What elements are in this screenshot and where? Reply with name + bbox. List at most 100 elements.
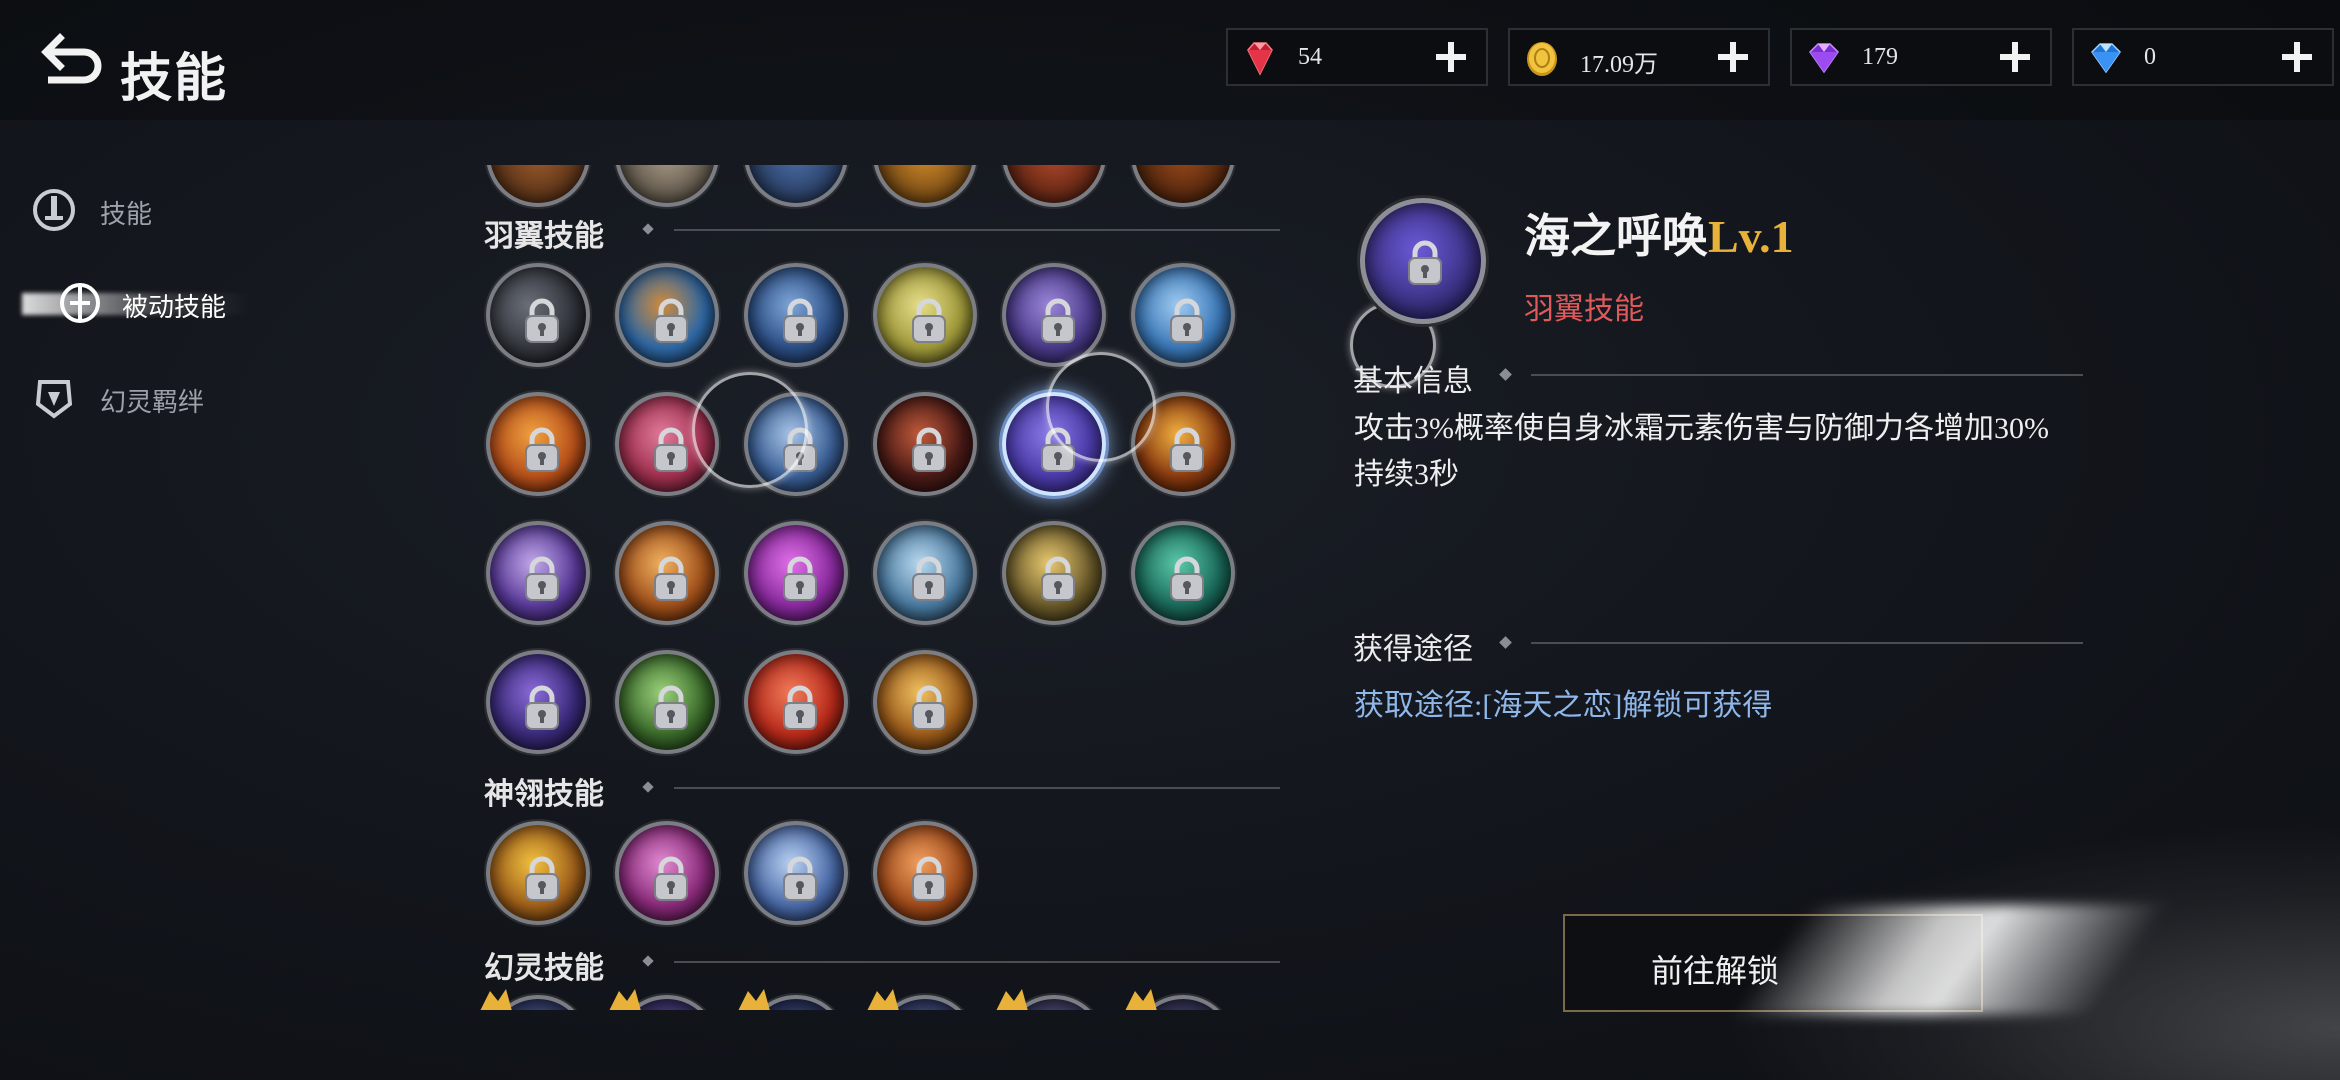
skill-slot[interactable] <box>486 392 590 496</box>
skill-slot[interactable] <box>486 650 590 754</box>
skill-slot[interactable] <box>1002 165 1106 207</box>
add-sapphire-button[interactable] <box>2276 36 2318 78</box>
skill-slot[interactable] <box>1002 521 1106 625</box>
section-title: 羽翼技能 <box>484 220 604 253</box>
padlock-icon <box>1170 298 1204 343</box>
currency-amethyst-value: 179 <box>1862 44 1898 70</box>
sidebar-item-label: 技能 <box>100 200 153 229</box>
padlock-icon <box>912 427 946 472</box>
skill-slot[interactable] <box>1131 263 1235 367</box>
section-divider <box>674 229 1280 231</box>
sidebar-item-passive-skills[interactable]: 被动技能 <box>22 273 360 333</box>
section-header-divine-feather: 神翎技能 <box>484 765 1280 811</box>
basic-info-title: 基本信息 <box>1353 365 1473 398</box>
skill-slot[interactable] <box>873 392 977 496</box>
section-title: 神翎技能 <box>484 778 604 811</box>
padlock-icon <box>654 556 688 601</box>
diamond-icon <box>642 955 654 967</box>
skill-category: 羽翼技能 <box>1524 293 1644 326</box>
acquire-source-link[interactable]: 获取途径:[海天之恋]解锁可获得 <box>1354 680 1772 724</box>
gold-badge-icon <box>867 989 899 1010</box>
add-ruby-button[interactable] <box>1430 36 1472 78</box>
skill-slot[interactable] <box>873 521 977 625</box>
sidebar-item-phantom-bond[interactable]: 幻灵羁绊 <box>30 368 360 428</box>
diamond-icon <box>1499 636 1512 649</box>
purple-gem-icon <box>1809 43 1839 74</box>
padlock-icon <box>654 427 688 472</box>
skill-slot[interactable] <box>615 165 719 207</box>
diamond-icon <box>1499 368 1512 381</box>
padlock-icon <box>1170 556 1204 601</box>
go-unlock-label: 前往解锁 <box>1651 953 1780 989</box>
skill-slot[interactable] <box>615 521 719 625</box>
skill-slot[interactable] <box>744 263 848 367</box>
skill-slot[interactable] <box>486 521 590 625</box>
skill-slot[interactable] <box>1131 521 1235 625</box>
touch-ripple <box>1046 352 1156 462</box>
section-divider <box>1531 374 2083 376</box>
phantom-bond-icon <box>35 380 73 419</box>
skill-slot[interactable] <box>1002 263 1106 367</box>
padlock-icon <box>525 685 559 730</box>
skill-slot[interactable] <box>1131 165 1235 207</box>
gold-badge-icon <box>996 989 1028 1010</box>
back-arrow-icon <box>41 33 102 84</box>
acquire-title: 获得途径 <box>1353 633 1473 666</box>
red-gem-icon <box>1247 42 1273 76</box>
skill-slot[interactable] <box>615 821 719 925</box>
padlock-icon <box>1170 427 1204 472</box>
skill-slot[interactable] <box>873 263 977 367</box>
back-button[interactable] <box>38 30 108 90</box>
skill-slot[interactable] <box>486 165 590 207</box>
padlock-icon <box>783 685 817 730</box>
sidebar-item-label: 幻灵羁绊 <box>100 388 205 417</box>
section-divider <box>674 961 1280 963</box>
section-divider <box>1531 642 2083 644</box>
padlock-icon <box>912 856 946 901</box>
skill-slot[interactable] <box>873 165 977 207</box>
go-unlock-button[interactable]: 前往解锁 <box>1563 914 1983 1012</box>
padlock-icon <box>912 298 946 343</box>
gold-badge-icon <box>480 989 512 1010</box>
skill-slot[interactable] <box>873 650 977 754</box>
currency-gold: 17.09万 <box>1508 28 1770 86</box>
currency-sapphire-value: 0 <box>2144 44 2156 70</box>
padlock-icon <box>1408 240 1442 285</box>
padlock-icon <box>525 556 559 601</box>
add-amethyst-button[interactable] <box>1994 36 2036 78</box>
padlock-icon <box>654 856 688 901</box>
skill-name: 海之呼唤 <box>1524 211 1708 262</box>
skill-slot[interactable] <box>486 263 590 367</box>
diamond-icon <box>642 223 654 235</box>
blue-gem-icon <box>2091 43 2121 74</box>
skill-slot[interactable] <box>744 165 848 207</box>
currency-gold-value: 17.09万 <box>1580 52 1658 78</box>
skill-slot[interactable] <box>486 821 590 925</box>
section-header-wing: 羽翼技能 <box>484 207 1280 253</box>
skill-slot[interactable] <box>744 521 848 625</box>
skill-grid-panel: 羽翼技能 神翎技能 幻灵技能 <box>470 165 1280 1010</box>
section-divider <box>674 787 1280 789</box>
skill-slot[interactable] <box>615 650 719 754</box>
skill-slot[interactable] <box>744 821 848 925</box>
section-title: 幻灵技能 <box>484 952 604 985</box>
padlock-icon <box>654 298 688 343</box>
skill-name-line: 海之呼唤Lv.1 <box>1524 200 1794 266</box>
skill-slot[interactable] <box>744 650 848 754</box>
add-gold-button[interactable] <box>1712 36 1754 78</box>
currency-sapphire: 0 <box>2072 28 2334 86</box>
padlock-icon <box>1041 556 1075 601</box>
gold-badge-icon <box>609 989 641 1010</box>
gold-badge-icon <box>738 989 770 1010</box>
touch-ripple <box>692 372 808 488</box>
sidebar-item-label: 被动技能 <box>122 293 227 322</box>
sidebar-item-skills[interactable]: 技能 <box>30 180 360 240</box>
page-title: 技能 <box>120 51 229 108</box>
currency-amethyst: 179 <box>1790 28 2052 86</box>
acquire-header: 获得途径 <box>1353 620 2083 666</box>
sword-emblem-icon <box>33 189 75 231</box>
skill-slot[interactable] <box>615 263 719 367</box>
padlock-icon <box>783 556 817 601</box>
passive-skill-icon <box>60 283 100 323</box>
skill-slot[interactable] <box>873 821 977 925</box>
